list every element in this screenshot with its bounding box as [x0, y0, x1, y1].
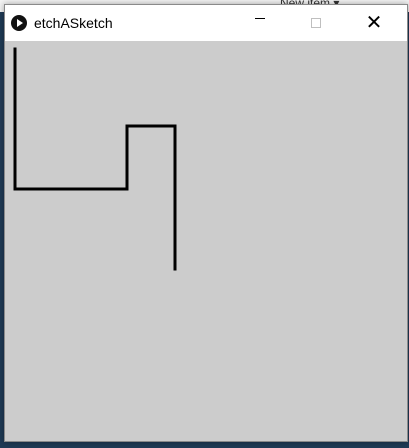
maximize-icon	[311, 18, 321, 28]
close-icon: ✕	[365, 12, 383, 34]
title-bar[interactable]: etchASketch ✕	[5, 5, 407, 41]
window-title: etchASketch	[34, 15, 113, 31]
maximize-button[interactable]	[293, 5, 339, 41]
app-window: etchASketch ✕	[4, 4, 408, 442]
sketch-canvas[interactable]	[5, 41, 407, 441]
app-play-icon	[11, 15, 27, 31]
sketch-svg	[13, 47, 177, 271]
sketch-line	[13, 47, 177, 271]
minimize-icon	[255, 17, 265, 19]
close-button[interactable]: ✕	[351, 5, 397, 41]
minimize-button[interactable]	[237, 5, 283, 41]
